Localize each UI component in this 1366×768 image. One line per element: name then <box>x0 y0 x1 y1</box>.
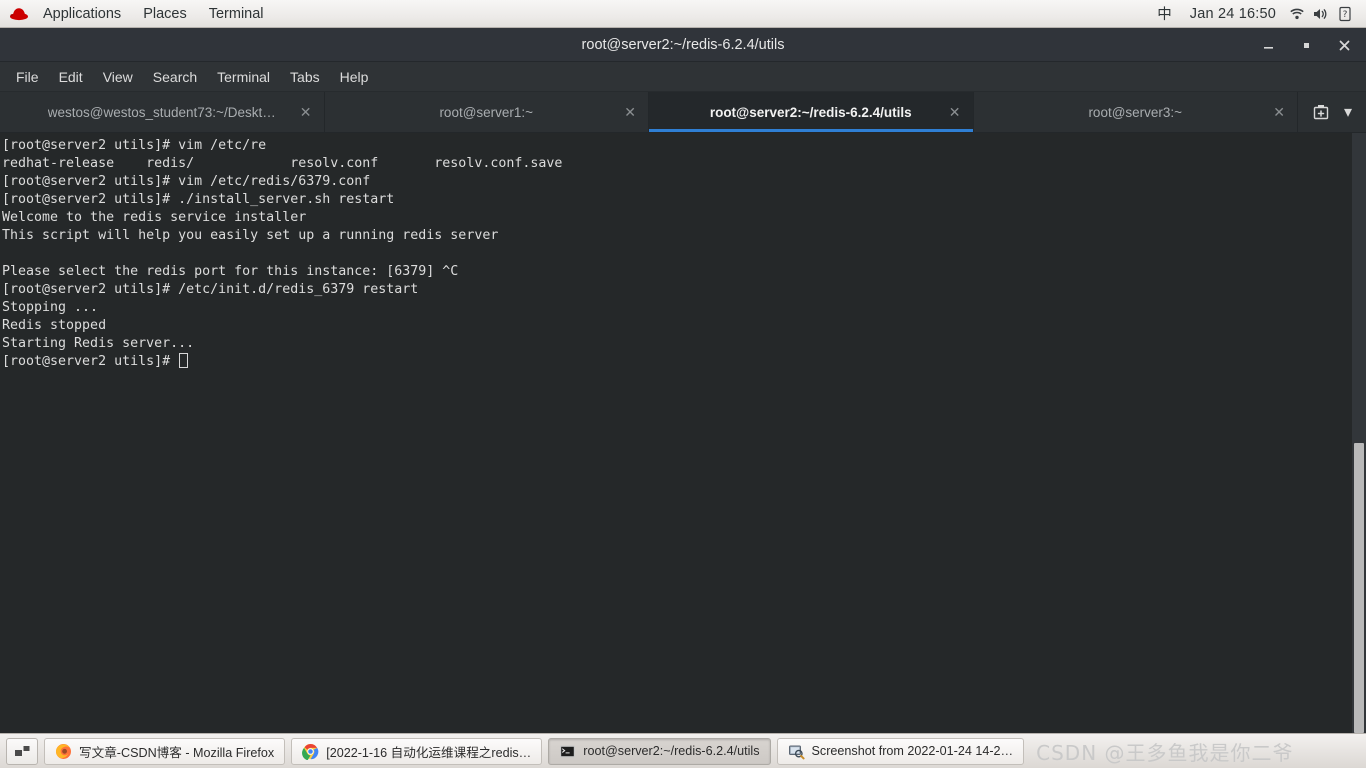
terminal-line: Please select the redis port for this in… <box>2 264 459 279</box>
menu-file[interactable]: File <box>6 65 49 89</box>
tab-close-icon[interactable]: ✕ <box>949 105 961 119</box>
menu-applications[interactable]: Applications <box>32 3 132 25</box>
volume-icon[interactable] <box>1310 4 1332 24</box>
terminal-line: [root@server2 utils]# /etc/init.d/redis_… <box>2 282 419 297</box>
task-firefox[interactable]: 写文章-CSDN博客 - Mozilla Firefox <box>44 737 286 765</box>
battery-unknown-icon[interactable]: ? <box>1334 4 1356 24</box>
clock[interactable]: Jan 24 16:50 <box>1182 3 1284 25</box>
tab-server1[interactable]: root@server1:~ ✕ <box>325 92 649 132</box>
menu-help[interactable]: Help <box>330 65 379 89</box>
task-terminal[interactable]: root@server2:~/redis-6.2.4/utils <box>548 737 771 765</box>
window-titlebar[interactable]: root@server2:~/redis-6.2.4/utils <box>0 28 1366 62</box>
tab-close-icon[interactable]: ✕ <box>300 105 312 119</box>
tabbar-actions: ▾ <box>1298 92 1366 132</box>
svg-text:?: ? <box>1343 10 1348 20</box>
terminal-line: [root@server2 utils]# vim /etc/redis/637… <box>2 174 371 189</box>
gnome-top-panel: Applications Places Terminal 中 Jan 24 16… <box>0 0 1366 28</box>
input-method-indicator[interactable]: 中 <box>1149 0 1180 27</box>
terminal-text: [root@server2 utils]# vim /etc/re redhat-… <box>2 137 1366 371</box>
menu-search[interactable]: Search <box>143 65 207 89</box>
maximize-button[interactable] <box>1292 32 1320 58</box>
chrome-icon <box>302 743 319 760</box>
screenshot-icon <box>788 743 805 760</box>
close-button[interactable] <box>1330 32 1358 58</box>
terminal-icon <box>559 743 576 760</box>
minimize-button[interactable] <box>1254 32 1282 58</box>
tab-label: root@server3:~ <box>1088 104 1183 120</box>
terminal-scrollbar-thumb[interactable] <box>1354 443 1364 733</box>
window-title: root@server2:~/redis-6.2.4/utils <box>581 36 785 53</box>
menu-places[interactable]: Places <box>132 3 198 25</box>
terminal-window: root@server2:~/redis-6.2.4/utils File Ed… <box>0 28 1366 733</box>
terminal-scrollbar[interactable] <box>1352 133 1366 733</box>
terminal-line: redhat-release redis/ resolv.conf resolv… <box>2 156 563 171</box>
terminal-line: This script will help you easily set up … <box>2 228 499 243</box>
window-controls <box>1254 28 1358 62</box>
task-screenshot[interactable]: Screenshot from 2022-01-24 14-2… <box>776 737 1025 765</box>
task-label: 写文章-CSDN博客 - Mozilla Firefox <box>79 745 275 760</box>
redhat-logo-icon[interactable] <box>8 4 30 24</box>
menubar: File Edit View Search Terminal Tabs Help <box>0 62 1366 92</box>
tab-westos-desktop[interactable]: westos@westos_student73:~/Deskt… ✕ <box>0 92 325 132</box>
firefox-icon <box>55 743 72 760</box>
tab-list-chevron-down-icon[interactable]: ▾ <box>1344 102 1352 122</box>
tab-server3[interactable]: root@server3:~ ✕ <box>974 92 1298 132</box>
menu-terminal[interactable]: Terminal <box>207 65 280 89</box>
new-tab-icon[interactable] <box>1312 103 1330 121</box>
task-label: root@server2:~/redis-6.2.4/utils <box>583 744 760 758</box>
tab-label: root@server1:~ <box>439 104 534 120</box>
workspace-switcher-icon[interactable] <box>6 737 38 765</box>
terminal-tabbar: westos@westos_student73:~/Deskt… ✕ root@… <box>0 92 1366 133</box>
terminal-line: Starting Redis server... <box>2 336 195 351</box>
terminal-line: Welcome to the redis service installer <box>2 210 307 225</box>
terminal-output-area[interactable]: [root@server2 utils]# vim /etc/re redhat-… <box>0 133 1366 733</box>
csdn-watermark: CSDN @王多鱼我是你二爷 <box>1036 740 1294 765</box>
taskbar: 写文章-CSDN博客 - Mozilla Firefox [2022-1-16 … <box>0 733 1366 768</box>
terminal-line: [root@server2 utils]# vim /etc/re <box>2 138 267 153</box>
tab-label: root@server2:~/redis-6.2.4/utils <box>709 104 912 120</box>
top-panel-left: Applications Places Terminal <box>0 3 275 25</box>
menu-tabs[interactable]: Tabs <box>280 65 330 89</box>
terminal-line: Redis stopped <box>2 318 107 333</box>
wifi-icon[interactable] <box>1286 4 1308 24</box>
terminal-line: [root@server2 utils]# ./install_server.s… <box>2 192 395 207</box>
terminal-cursor <box>179 353 189 368</box>
top-panel-right: 中 Jan 24 16:50 ? <box>1149 0 1366 27</box>
task-chrome[interactable]: [2022-1-16 自动化运维课程之redis… <box>291 737 543 765</box>
terminal-line: [root@server2 utils]# <box>2 353 1366 371</box>
tab-close-icon[interactable]: ✕ <box>1273 105 1285 119</box>
terminal-line: Stopping ... <box>2 300 99 315</box>
tab-label: westos@westos_student73:~/Deskt… <box>47 104 276 120</box>
menu-terminal[interactable]: Terminal <box>198 3 275 25</box>
task-label: Screenshot from 2022-01-24 14-2… <box>811 744 1014 758</box>
menu-edit[interactable]: Edit <box>49 65 93 89</box>
menu-view[interactable]: View <box>93 65 143 89</box>
tab-server2-utils[interactable]: root@server2:~/redis-6.2.4/utils ✕ <box>649 92 974 132</box>
task-label: [2022-1-16 自动化运维课程之redis… <box>326 745 532 760</box>
tab-close-icon[interactable]: ✕ <box>624 105 636 119</box>
